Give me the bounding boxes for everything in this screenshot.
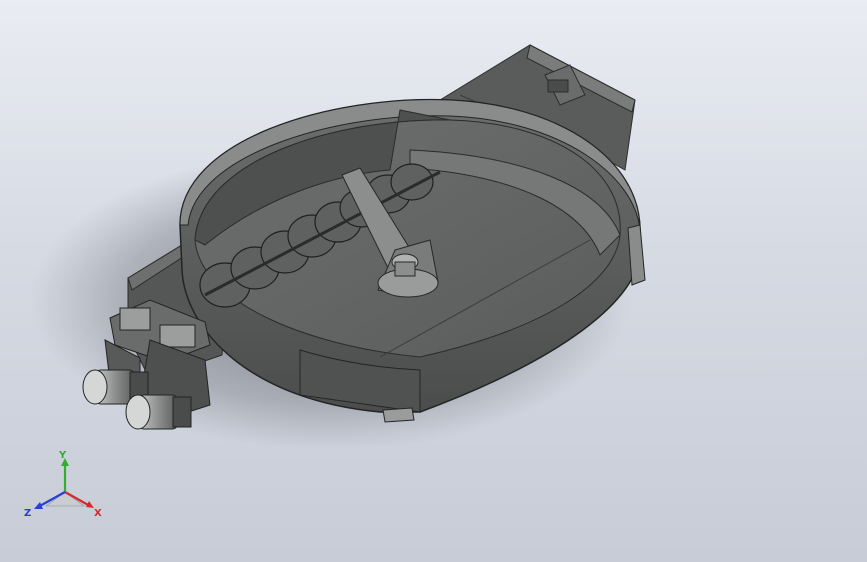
orientation-triad[interactable]: Y X Z <box>22 448 108 524</box>
mounting-bracket-front <box>382 407 415 423</box>
triad-x-label: X <box>94 508 102 519</box>
triad-z-label: Z <box>24 508 31 519</box>
drive-motor-lower[interactable] <box>125 394 192 430</box>
cad-graphics-viewport[interactable]: Y X Z <box>0 0 867 562</box>
model-view[interactable] <box>0 0 867 562</box>
triad-y-label: Y <box>58 450 67 461</box>
